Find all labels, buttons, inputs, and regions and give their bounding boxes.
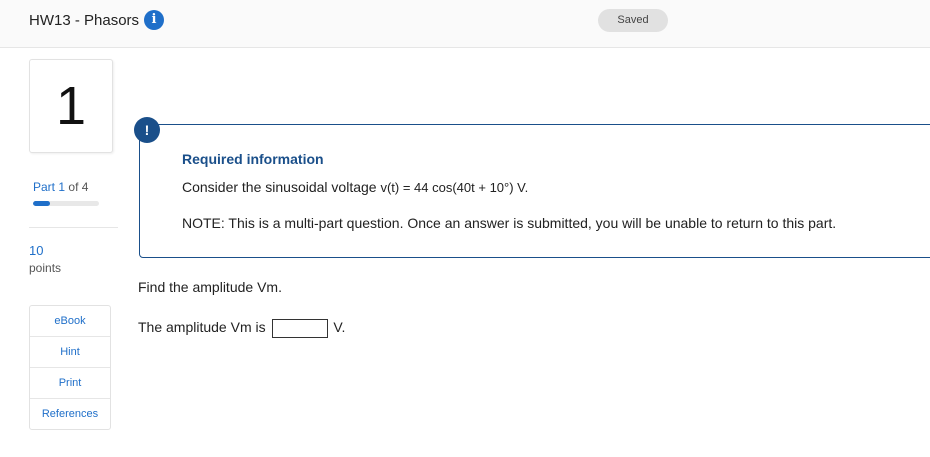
info-icon[interactable]: i (144, 10, 164, 30)
part-current: 1 (58, 180, 66, 194)
part-progress-fill (33, 201, 50, 206)
question-prompt: Find the amplitude Vm. (138, 279, 282, 295)
sidebar-divider (29, 227, 118, 228)
required-info-box: Required information Consider the sinuso… (139, 124, 930, 258)
points-value: 10 (29, 243, 44, 258)
required-info-body: Consider the sinusoidal voltage v(t) = 4… (182, 179, 528, 195)
required-info-title: Required information (182, 151, 324, 167)
answer-prefix: The amplitude Vm is (138, 319, 266, 336)
print-button[interactable]: Print (30, 368, 110, 399)
part-word: Part (33, 180, 56, 194)
part-total: of 4 (68, 180, 89, 194)
required-info-body-text: Consider the sinusoidal voltage (182, 179, 381, 195)
page-title: HW13 - Phasors (29, 12, 140, 29)
required-info-note: NOTE: This is a multi-part question. Onc… (182, 215, 837, 231)
part-indicator: Part 1 of 4 (33, 180, 88, 194)
ebook-button[interactable]: eBook (30, 306, 110, 337)
question-number-card: 1 (29, 59, 113, 153)
alert-exclamation-icon: ! (134, 117, 160, 143)
hint-button[interactable]: Hint (30, 337, 110, 368)
references-button[interactable]: References (30, 399, 110, 429)
points-label: points (29, 261, 62, 275)
amplitude-answer-input[interactable] (271, 319, 328, 338)
answer-unit: V. (333, 319, 346, 336)
answer-line: The amplitude Vm is V. (138, 319, 345, 338)
voltage-equation: v(t) = 44 cos(40t + 10°) V. (380, 180, 529, 195)
saved-status-badge: Saved (598, 9, 668, 32)
part-progress-bar (33, 201, 99, 206)
tools-panel: eBook Hint Print References (29, 305, 111, 430)
question-number: 1 (55, 76, 87, 136)
top-header: HW13 - Phasors i Saved (0, 0, 930, 48)
